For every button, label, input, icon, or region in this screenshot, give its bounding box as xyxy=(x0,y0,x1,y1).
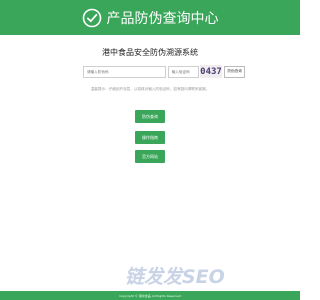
official-site-button[interactable]: 官方网站 xyxy=(135,150,165,163)
system-title: 港中食品安全防伪溯源系统 xyxy=(102,48,198,57)
anti-fake-code-input[interactable] xyxy=(83,65,166,78)
check-circle-icon xyxy=(82,8,101,27)
query-form: 0437 防伪查询 xyxy=(83,63,245,80)
trace-query-button[interactable]: 防伪查询 xyxy=(135,110,165,123)
captcha-input[interactable] xyxy=(167,65,199,78)
footer-copyright: Copyright © 港中食品 All Rights Reserved xyxy=(119,293,181,298)
query-button[interactable]: 防伪查询 xyxy=(224,65,245,78)
watermark-logo: 链发发SEO xyxy=(125,266,225,288)
header-bar: 产品防伪查询中心 xyxy=(0,0,300,35)
hint-text: 温馨提示：仔细刮开涂层，认真核对输入的验证码，如有疑问请联系客服。 xyxy=(90,87,210,91)
guide-button[interactable]: 操作指南 xyxy=(135,131,165,144)
page-title: 产品防伪查询中心 xyxy=(106,10,219,27)
captcha-image[interactable]: 0437 xyxy=(199,65,223,78)
footer-bar: Copyright © 港中食品 All Rights Reserved xyxy=(0,291,300,300)
